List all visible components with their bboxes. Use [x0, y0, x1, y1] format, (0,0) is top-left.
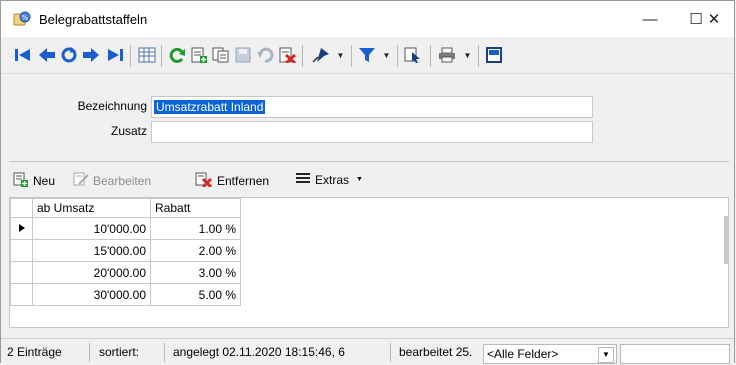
chevron-down-icon[interactable]: ▼	[598, 347, 614, 363]
new-record-icon[interactable]	[189, 45, 209, 65]
new-button-label: Neu	[33, 174, 56, 188]
pin-icon[interactable]	[311, 45, 331, 65]
remove-button[interactable]: Entfernen	[195, 172, 269, 190]
toolbar-separator	[430, 45, 431, 67]
svg-text:%: %	[22, 14, 29, 22]
discount-grid: ab Umsatz Rabatt 10'000.00 1.00 % 15'000…	[9, 197, 729, 328]
reload-icon[interactable]	[167, 45, 187, 65]
cell-ab-umsatz[interactable]: 15'000.00	[32, 239, 151, 262]
status-bar: 2 Einträge sortiert: angelegt 02.11.2020…	[1, 338, 734, 365]
undo-icon[interactable]	[255, 45, 275, 65]
delete-record-icon[interactable]	[277, 45, 297, 65]
previous-record-icon[interactable]	[37, 45, 57, 65]
cell-ab-umsatz[interactable]: 30'000.00	[32, 283, 151, 306]
next-record-icon[interactable]	[81, 45, 101, 65]
sort-status: sortiert:	[99, 345, 140, 359]
table-row[interactable]: 15'000.00 2.00 %	[10, 239, 241, 262]
row-indicator	[10, 283, 33, 306]
extras-dropdown-icon: ▼	[356, 176, 363, 183]
hamburger-icon	[295, 172, 311, 187]
window-title: Belegrabattstaffeln	[39, 12, 148, 27]
print-dropdown-icon[interactable]: ▼	[463, 49, 472, 61]
save-icon[interactable]	[233, 45, 253, 65]
cell-rabatt[interactable]: 3.00 %	[150, 261, 241, 284]
toolbar-separator	[478, 45, 479, 67]
table-view-icon[interactable]	[137, 45, 157, 65]
column-header-rabatt[interactable]: Rabatt	[150, 198, 241, 218]
table-header-row: ab Umsatz Rabatt	[10, 198, 241, 218]
toolbar-separator	[130, 45, 131, 67]
zusatz-label: Zusatz	[110, 124, 147, 138]
search-field-value: <Alle Felder>	[487, 347, 559, 361]
column-header-ab-umsatz[interactable]: ab Umsatz	[32, 198, 151, 218]
bezeichnung-value: Umsatzrabatt Inland	[154, 100, 266, 114]
main-toolbar: ▼ ▼ ▼	[1, 37, 734, 74]
edit-button-label: Bearbeiten	[93, 174, 152, 188]
filter-dropdown-icon[interactable]: ▼	[382, 49, 391, 61]
app-window: % Belegrabattstaffeln — ☐ ✕ ▼ ▼ ▼ Bezeic…	[0, 0, 735, 365]
row-indicator-header	[10, 198, 33, 218]
cell-ab-umsatz[interactable]: 10'000.00	[32, 217, 151, 240]
search-input[interactable]	[620, 344, 730, 364]
toolbar-separator	[302, 45, 303, 67]
discount-table: ab Umsatz Rabatt 10'000.00 1.00 % 15'000…	[10, 198, 241, 306]
edit-button[interactable]: Bearbeiten	[73, 172, 151, 190]
detail-form: Bezeichnung Umsatzrabatt Inland Zusatz	[1, 74, 734, 160]
extras-button-label: Extras	[315, 172, 350, 187]
created-info: angelegt 02.11.2020 18:15:46, 6	[173, 345, 345, 359]
new-entry-icon	[13, 172, 29, 190]
cell-ab-umsatz[interactable]: 20'000.00	[32, 261, 151, 284]
edit-entry-icon	[73, 172, 89, 190]
toolbar-separator	[397, 45, 398, 67]
cell-rabatt[interactable]: 5.00 %	[150, 283, 241, 306]
print-icon[interactable]	[437, 45, 457, 65]
toolbar-separator	[351, 45, 352, 67]
zusatz-field[interactable]	[151, 121, 593, 143]
filter-icon[interactable]	[357, 45, 377, 65]
title-bar: % Belegrabattstaffeln — ☐ ✕	[1, 1, 734, 37]
close-window-icon[interactable]	[484, 45, 504, 65]
bezeichnung-field[interactable]: Umsatzrabatt Inland	[151, 96, 593, 118]
search-field-select[interactable]: <Alle Felder> ▼	[483, 344, 617, 364]
status-separator	[390, 343, 391, 362]
discount-app-icon: %	[13, 11, 31, 27]
remove-button-label: Entfernen	[217, 174, 270, 188]
status-separator	[89, 343, 90, 362]
table-row[interactable]: 10'000.00 1.00 %	[10, 217, 241, 240]
vertical-scrollbar-thumb[interactable]	[724, 216, 728, 264]
entry-count: 2 Einträge	[7, 345, 62, 359]
new-button[interactable]: Neu	[13, 172, 55, 190]
list-toolbar: Neu Bearbeiten Entfernen Extras ▼	[9, 161, 729, 198]
toolbar-separator	[161, 45, 162, 67]
select-icon[interactable]	[403, 45, 423, 65]
table-row[interactable]: 20'000.00 3.00 %	[10, 261, 241, 284]
row-indicator	[10, 239, 33, 262]
status-separator	[164, 343, 165, 362]
minimize-button[interactable]: —	[627, 1, 673, 37]
copy-record-icon[interactable]	[211, 45, 231, 65]
close-button[interactable]: ✕	[691, 1, 736, 37]
remove-entry-icon	[195, 172, 213, 190]
last-record-icon[interactable]	[105, 45, 125, 65]
current-row-indicator-icon	[10, 217, 33, 240]
bezeichnung-label: Bezeichnung	[77, 99, 147, 113]
table-row[interactable]: 30'000.00 5.00 %	[10, 283, 241, 306]
extras-menu-button[interactable]: Extras ▼	[295, 172, 363, 187]
refresh-record-icon[interactable]	[59, 45, 79, 65]
row-indicator	[10, 261, 33, 284]
pin-dropdown-icon[interactable]: ▼	[336, 49, 345, 61]
first-record-icon[interactable]	[13, 45, 33, 65]
cell-rabatt[interactable]: 2.00 %	[150, 239, 241, 262]
edited-info: bearbeitet 25.	[399, 345, 473, 359]
cell-rabatt[interactable]: 1.00 %	[150, 217, 241, 240]
